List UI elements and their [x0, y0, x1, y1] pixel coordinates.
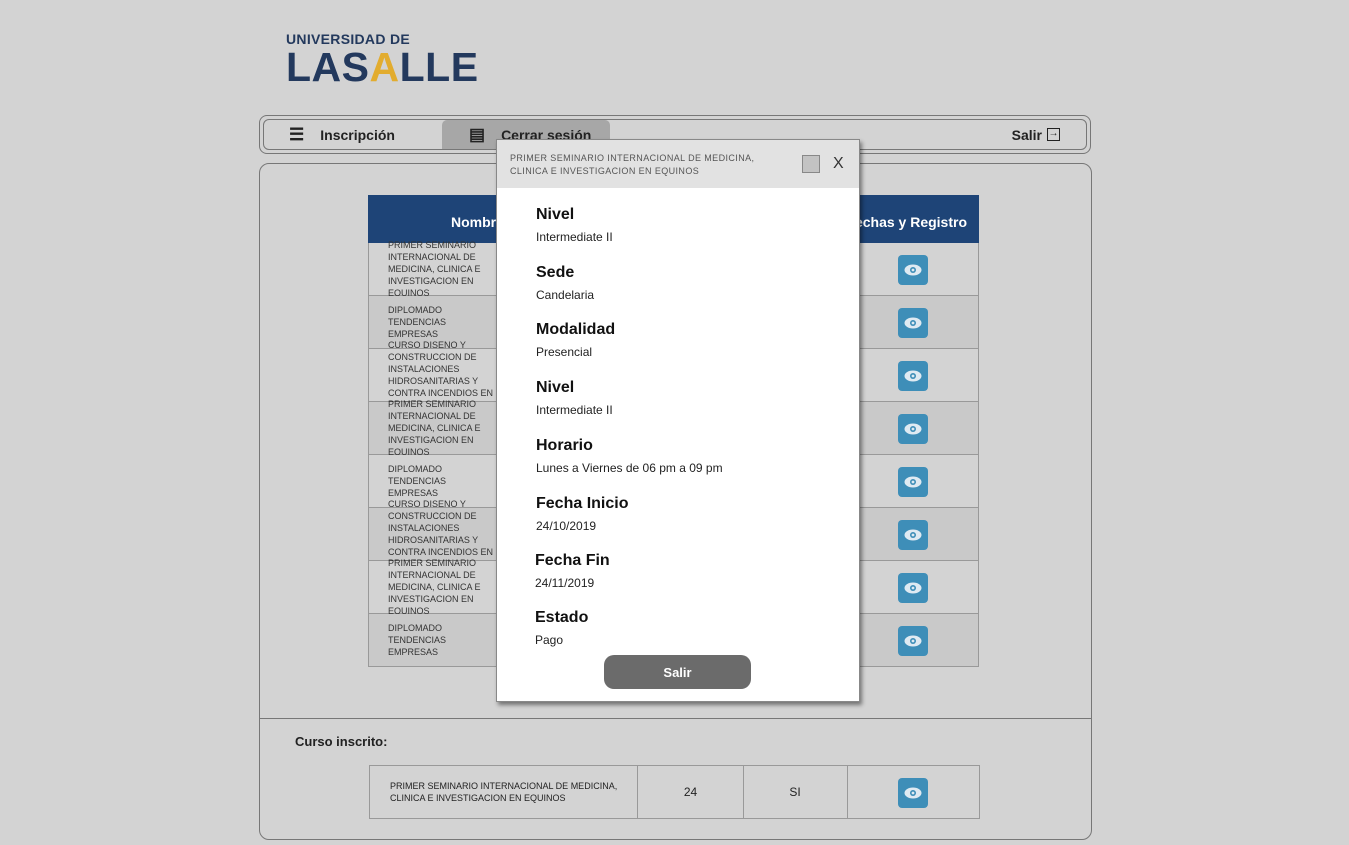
enrolled-table: PRIMER SEMINARIO INTERNACIONAL DE MEDICI…: [369, 765, 980, 819]
eye-icon: [904, 635, 922, 647]
field-value: Intermediate II: [536, 403, 613, 417]
field-value: 24/10/2019: [536, 519, 597, 533]
view-button[interactable]: [898, 308, 928, 338]
modal-checkbox[interactable]: [802, 155, 820, 173]
field-value: Lunes a Viernes de 06 pm a 09 pm: [536, 461, 723, 475]
field-value: Intermediate II: [536, 230, 613, 244]
field-value: Presencial: [536, 345, 593, 359]
course-name: PRIMER SEMINARIO INTERNACIONAL DE MEDICI…: [388, 399, 481, 457]
course-name: DIPLOMADO TENDENCIAS EMPRESAS: [388, 305, 447, 339]
university-logo: UNIVERSIDAD DE LASALLE: [286, 31, 479, 90]
enrolled-label: Curso inscrito:: [295, 734, 388, 749]
field-label: Nivel: [536, 206, 575, 223]
modal-close-button[interactable]: X: [833, 155, 844, 173]
field-value: 24/11/2019: [535, 576, 595, 590]
course-name: PRIMER SEMINARIO INTERNACIONAL DE MEDICI…: [388, 240, 481, 298]
field-label: Nivel: [536, 379, 575, 396]
eye-icon: [904, 423, 922, 435]
eye-icon: [904, 787, 922, 799]
logo-main-text: LASALLE: [286, 44, 479, 90]
eye-icon: [904, 264, 922, 276]
eye-icon: [904, 476, 922, 488]
view-button[interactable]: [898, 626, 928, 656]
enrolled-col2: 24: [638, 766, 744, 818]
header-fechas-registro: Fechas y Registro: [846, 214, 967, 230]
course-name: DIPLOMADO TENDENCIAS EMPRESAS: [388, 464, 447, 498]
section-divider: [259, 718, 1092, 719]
list-icon: ☰: [289, 124, 305, 144]
eye-icon: [904, 582, 922, 594]
logout-icon: →: [1047, 128, 1060, 141]
view-button[interactable]: [898, 414, 928, 444]
eye-icon: [904, 317, 922, 329]
view-button[interactable]: [898, 361, 928, 391]
nav-inscripcion-label: Inscripción: [320, 126, 395, 143]
field-label: Sede: [536, 264, 575, 281]
document-image-icon: ▤: [469, 124, 486, 144]
field-label: Modalidad: [536, 321, 616, 338]
field-value: Pago: [535, 633, 564, 647]
nav-salir-label: Salir: [1011, 126, 1042, 143]
view-button[interactable]: [898, 520, 928, 550]
modal-salir-button[interactable]: Salir: [604, 655, 751, 689]
enrolled-col3: SI: [743, 766, 848, 818]
field-label: Fecha Fin: [535, 552, 610, 569]
course-detail-modal: PRIMER SEMINARIO INTERNACIONAL DE MEDICI…: [496, 139, 860, 702]
modal-title: PRIMER SEMINARIO INTERNACIONAL DE MEDICI…: [510, 153, 755, 176]
modal-header: PRIMER SEMINARIO INTERNACIONAL DE MEDICI…: [497, 140, 859, 188]
course-name: DIPLOMADO TENDENCIAS EMPRESAS: [388, 623, 447, 657]
view-button[interactable]: [898, 255, 928, 285]
view-button[interactable]: [898, 467, 928, 497]
enrolled-course-name: PRIMER SEMINARIO INTERNACIONAL DE MEDICI…: [370, 766, 638, 818]
view-button[interactable]: [898, 778, 928, 808]
nav-inscripcion[interactable]: ☰ Inscripción: [289, 120, 395, 149]
field-label: Fecha Inicio: [536, 495, 629, 512]
eye-icon: [904, 529, 922, 541]
course-name: PRIMER SEMINARIO INTERNACIONAL DE MEDICI…: [388, 558, 481, 616]
field-label: Horario: [536, 437, 593, 454]
eye-icon: [904, 370, 922, 382]
nav-salir[interactable]: Salir →: [1012, 120, 1060, 149]
field-label: Estado: [535, 609, 589, 626]
field-value: Candelaria: [536, 288, 595, 302]
view-button[interactable]: [898, 573, 928, 603]
